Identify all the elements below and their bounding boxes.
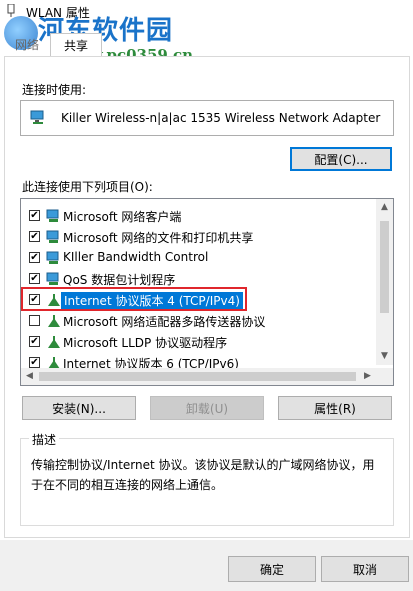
service-icon	[46, 272, 59, 285]
description-group: 描述 传输控制协议/Internet 协议。该协议是默认的广域网络协议，用于在不…	[20, 431, 394, 526]
item-label: Microsoft 网络客户端	[63, 210, 182, 224]
item-checkbox[interactable]: ✔	[29, 294, 40, 305]
items-list[interactable]: ✔ Microsoft 网络客户端 ✔ Microsoft 网络的文件和打印机共…	[20, 198, 394, 386]
scroll-left-icon[interactable]: ◀	[21, 368, 38, 385]
protocol-icon	[48, 336, 60, 348]
item-checkbox[interactable]: ✔	[29, 252, 40, 263]
scroll-thumb[interactable]	[380, 221, 389, 313]
scroll-right-icon[interactable]: ▶	[359, 368, 376, 385]
network-adapter-icon	[7, 4, 15, 17]
tab-sharing[interactable]: 共享	[50, 33, 102, 58]
scroll-down-icon[interactable]: ▼	[376, 348, 393, 365]
cancel-button[interactable]: 取消	[321, 556, 409, 582]
list-item[interactable]: ✔ Microsoft 网络的文件和打印机共享	[21, 227, 373, 248]
service-icon	[46, 230, 59, 243]
item-label: Microsoft 网络的文件和打印机共享	[63, 231, 254, 245]
horizontal-scrollbar[interactable]: ◀ ▶	[21, 368, 393, 385]
ok-button[interactable]: 确定	[228, 556, 316, 582]
install-button[interactable]: 安装(N)...	[22, 396, 136, 420]
scroll-up-icon[interactable]: ▲	[376, 199, 393, 216]
adapter-field: Killer Wireless-n|a|ac 1535 Wireless Net…	[20, 100, 394, 136]
description-legend: 描述	[29, 431, 60, 448]
list-item[interactable]: ✔ Microsoft 网络客户端	[21, 206, 373, 227]
connect-using-label: 连接时使用:	[22, 83, 87, 97]
adapter-name: Killer Wireless-n|a|ac 1535 Wireless Net…	[61, 111, 381, 125]
item-label: Internet 协议版本 4 (TCP/IPv4)	[61, 292, 243, 309]
item-label: Microsoft LLDP 协议驱动程序	[63, 336, 228, 350]
item-label: KIller Bandwidth Control	[63, 250, 209, 264]
list-item[interactable]: ✔ KIller Bandwidth Control	[21, 248, 373, 269]
protocol-icon	[48, 294, 60, 306]
item-label: QoS 数据包计划程序	[63, 273, 176, 287]
service-icon	[46, 251, 59, 264]
scroll-thumb[interactable]	[39, 372, 356, 381]
item-checkbox[interactable]: ✔	[29, 231, 40, 242]
properties-button[interactable]: 属性(R)	[278, 396, 392, 420]
tab-network[interactable]: 网络	[4, 33, 50, 57]
item-checkbox[interactable]: ✔	[29, 336, 40, 347]
item-checkbox[interactable]: ✔	[29, 357, 40, 368]
description-text: 传输控制协议/Internet 协议。该协议是默认的广域网络协议，用于在不同的相…	[31, 458, 375, 492]
uninstall-button: 卸载(U)	[150, 396, 264, 420]
client-icon	[46, 209, 59, 222]
protocol-icon	[48, 315, 60, 327]
list-item[interactable]: ✔ Microsoft LLDP 协议驱动程序	[21, 332, 373, 353]
network-adapter-icon	[30, 110, 44, 124]
item-checkbox[interactable]	[29, 315, 40, 326]
configure-button[interactable]: 配置(C)...	[290, 147, 392, 171]
item-checkbox[interactable]: ✔	[29, 210, 40, 221]
item-checkbox[interactable]: ✔	[29, 273, 40, 284]
list-item-selected[interactable]: ✔ Internet 协议版本 4 (TCP/IPv4)	[21, 287, 373, 311]
list-item[interactable]: Microsoft 网络适配器多路传送器协议	[21, 311, 373, 332]
item-label: Microsoft 网络适配器多路传送器协议	[63, 315, 266, 329]
vertical-scrollbar[interactable]: ▲ ▼	[376, 199, 393, 365]
items-label: 此连接使用下列项目(O):	[22, 180, 153, 194]
